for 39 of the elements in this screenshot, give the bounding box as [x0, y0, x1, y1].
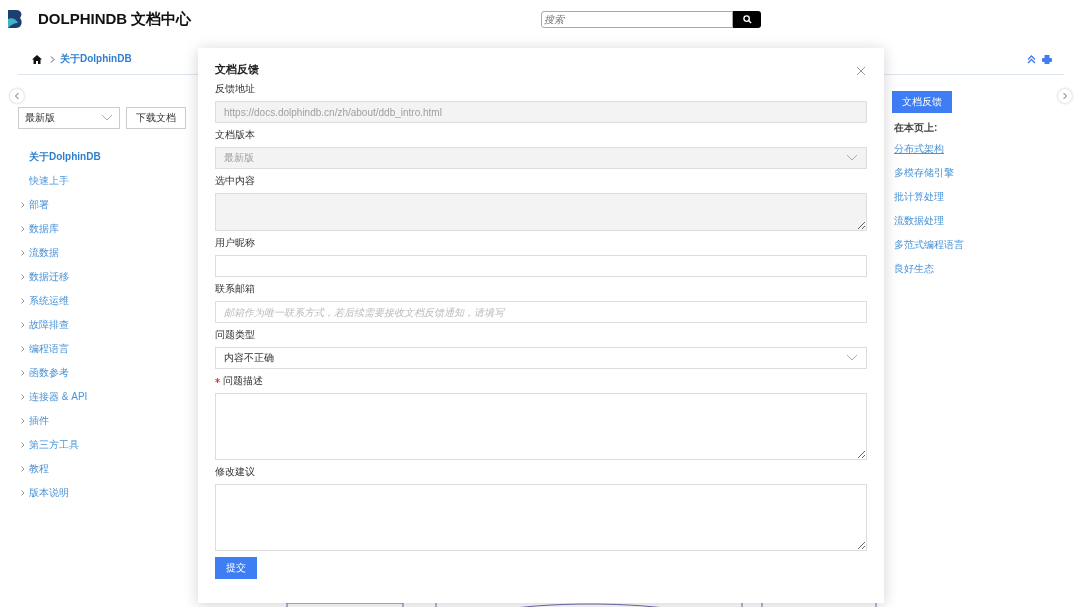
- feedback-button[interactable]: 文档反馈: [892, 91, 952, 113]
- field-label: 选中内容: [215, 173, 255, 188]
- nav-link[interactable]: 第三方工具: [29, 438, 79, 452]
- nav-link[interactable]: 部署: [29, 198, 49, 212]
- field-label: 联系邮箱: [215, 281, 255, 296]
- toc-link[interactable]: 良好生态: [894, 261, 964, 285]
- nav-link[interactable]: 版本说明: [29, 486, 69, 500]
- nav-link[interactable]: 编程语言: [29, 342, 69, 356]
- dialog-title: 文档反馈: [215, 62, 259, 77]
- nav-link[interactable]: 流数据: [29, 246, 59, 260]
- field-label: 修改建议: [215, 464, 255, 479]
- field-label: 文档版本: [215, 127, 255, 142]
- search-field[interactable]: 搜索: [541, 10, 734, 28]
- select-field[interactable]: 内容不正确: [215, 347, 867, 369]
- nav-link[interactable]: 函数参考: [29, 366, 69, 380]
- download-button[interactable]: 下载文档: [126, 107, 186, 129]
- toc-heading: 在本页上:: [894, 121, 939, 135]
- version-select[interactable]: 最新版: [18, 107, 120, 129]
- field-label: 反馈地址: [215, 81, 255, 96]
- nav-link[interactable]: 数据库: [29, 222, 59, 236]
- toc-link[interactable]: 多范式编程语言: [894, 237, 964, 261]
- toc-link[interactable]: 分布式架构: [894, 141, 964, 165]
- nav-link[interactable]: 教程: [29, 462, 49, 476]
- nav-link[interactable]: 关于DolphinDB: [29, 150, 101, 164]
- nav-link[interactable]: 快速上手: [29, 174, 69, 188]
- field-label: 问题类型: [215, 327, 255, 342]
- submit-button[interactable]: 提交: [215, 557, 257, 579]
- breadcrumb-link[interactable]: 关于DolphinDB: [60, 52, 132, 66]
- nav-link[interactable]: 故障排查: [29, 318, 69, 332]
- site-title: DOLPHINDB 文档中心: [38, 9, 192, 29]
- field-label: 用户昵称: [215, 235, 255, 250]
- nav-link[interactable]: 插件: [29, 414, 49, 428]
- nav-link[interactable]: 系统运维: [29, 294, 69, 308]
- nav-link[interactable]: 数据迁移: [29, 270, 69, 284]
- toc-link[interactable]: 批计算处理: [894, 189, 964, 213]
- toc-link[interactable]: 流数据处理: [894, 213, 964, 237]
- toc-link[interactable]: 多模存储引擎: [894, 165, 964, 189]
- field-label: 问题描述: [223, 373, 263, 388]
- nav-link[interactable]: 连接器 & API: [29, 390, 88, 404]
